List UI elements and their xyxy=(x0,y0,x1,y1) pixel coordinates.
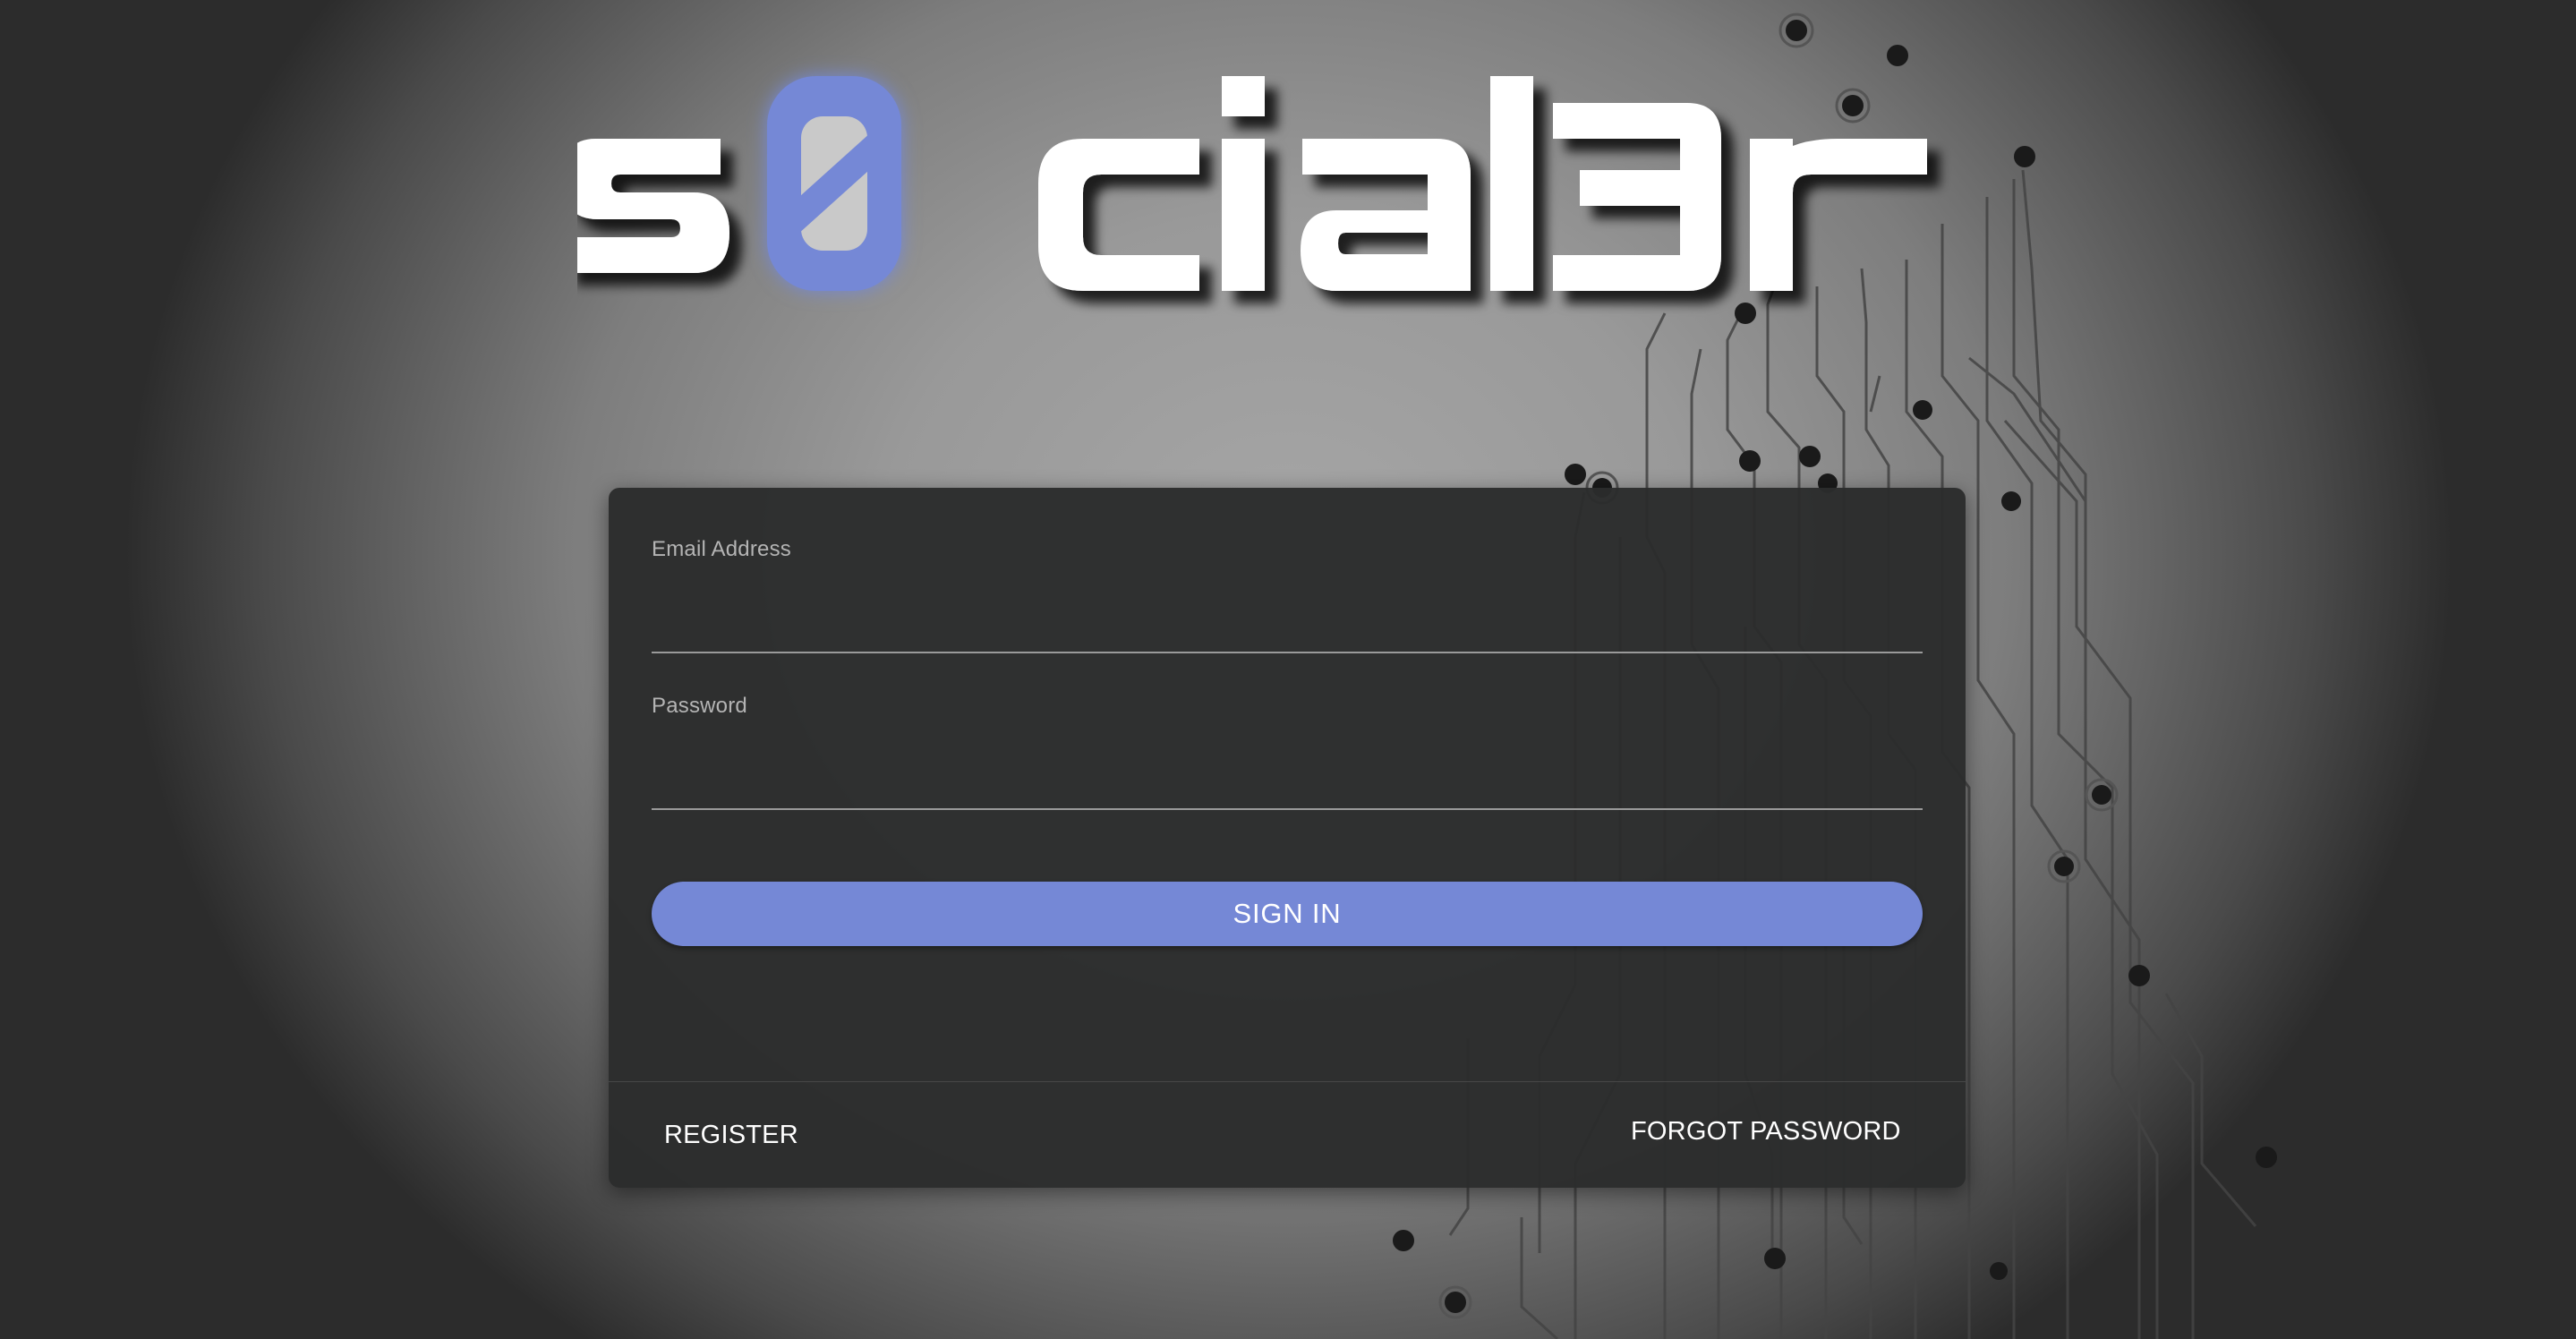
password-field: Password xyxy=(652,694,1923,810)
password-label: Password xyxy=(652,694,747,718)
app-logo xyxy=(577,76,1927,291)
card-divider xyxy=(609,1081,1966,1082)
email-input[interactable] xyxy=(652,600,1923,653)
forgot-password-button[interactable]: FORGOT PASSWORD xyxy=(1618,1108,1914,1156)
sign-in-button[interactable]: SIGN IN xyxy=(652,882,1923,946)
email-label: Email Address xyxy=(652,537,791,561)
password-input[interactable] xyxy=(652,756,1923,810)
email-field: Email Address xyxy=(652,537,1923,653)
register-button[interactable]: REGISTER xyxy=(652,1112,811,1159)
login-card: Email Address Password SIGN IN xyxy=(609,488,1966,1188)
